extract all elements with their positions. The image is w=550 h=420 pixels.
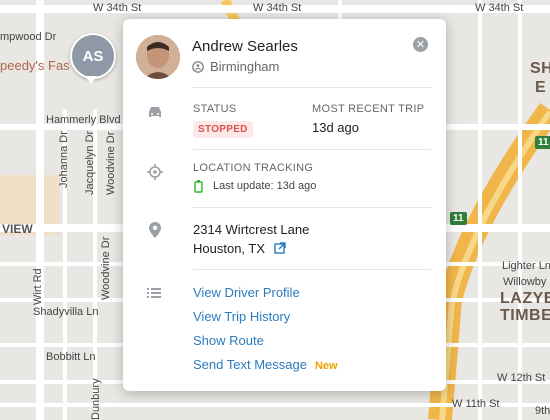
- map-label-street: Wirt Rd: [32, 268, 44, 305]
- map-label-street: 9th: [535, 405, 550, 417]
- driver-location: Birmingham: [192, 59, 279, 74]
- tracking-last-update: Last update: 13d ago: [213, 180, 317, 192]
- driver-avatar: [136, 35, 180, 79]
- map-label-street: Hammerly Blvd: [46, 114, 121, 126]
- map-label-street: Dunbury: [90, 378, 102, 420]
- send-text-message-label[interactable]: Send Text Message: [193, 357, 307, 372]
- external-link-icon[interactable]: [273, 242, 286, 254]
- map-label-street: Woodvine Dr: [105, 131, 117, 195]
- map-label-street: W 34th St: [475, 2, 524, 14]
- close-button[interactable]: ✕: [413, 37, 428, 52]
- avatar-image: [136, 35, 180, 79]
- location-icon: [192, 60, 204, 73]
- send-text-message-link[interactable]: Send Text Message New: [193, 357, 338, 372]
- battery-icon: [194, 180, 203, 193]
- map-label-area: SH: [530, 60, 550, 77]
- divider: [193, 207, 431, 208]
- pin-tail: [85, 76, 97, 84]
- map-label-poi: peedy's Fas: [0, 58, 70, 73]
- map-label-street: Shadyvilla Ln: [33, 306, 99, 318]
- new-badge: New: [314, 360, 338, 372]
- show-route-link[interactable]: Show Route: [193, 333, 264, 348]
- crosshair-icon: [147, 164, 163, 180]
- map-label-area: VIEW: [2, 222, 33, 236]
- map-label-street: W 11th St: [452, 398, 500, 410]
- driver-map-pin[interactable]: AS: [70, 33, 116, 79]
- map-label-street: Johanna Dr: [58, 131, 70, 188]
- map-label-area: E: [535, 79, 547, 96]
- map-label-street: W 34th St: [93, 2, 142, 14]
- car-icon: [149, 107, 161, 117]
- tracking-label: LOCATION TRACKING: [193, 162, 314, 174]
- divider: [193, 149, 431, 150]
- address-line-2: Houston, TX: [193, 241, 286, 256]
- status-badge: STOPPED: [193, 121, 253, 138]
- map-label-area: TIMBER: [500, 307, 550, 324]
- map-label-street: Bobbitt Ln: [46, 351, 96, 363]
- divider: [193, 87, 431, 88]
- map-label-street: Jacquelyn Dr: [84, 130, 96, 195]
- address-line-1: 2314 Wirtcrest Lane: [193, 222, 310, 237]
- divider: [193, 269, 431, 270]
- map-pin-icon: [149, 222, 161, 238]
- recent-trip-value: 13d ago: [312, 120, 359, 135]
- map-label-street: mpwood Dr: [0, 31, 57, 43]
- map-label-street: W 12th St: [497, 372, 546, 384]
- driver-location-text: Birmingham: [210, 59, 280, 74]
- address-city: Houston, TX: [193, 241, 266, 256]
- map-label-street: Willowby Dr: [503, 276, 550, 288]
- highway-shield: 11: [535, 136, 550, 149]
- view-trip-history-link[interactable]: View Trip History: [193, 309, 290, 324]
- map-label-street: W 34th St: [253, 2, 302, 14]
- highway-shield: 11: [450, 212, 467, 225]
- map-label-street: Lighter Ln: [502, 260, 550, 272]
- driver-name: Andrew Searles: [192, 38, 298, 55]
- recent-trip-label: MOST RECENT TRIP: [312, 103, 425, 115]
- map-label-street: Woodvine Dr: [100, 236, 112, 300]
- map-label-area: LAZYB: [500, 290, 550, 307]
- status-label: STATUS: [193, 103, 237, 115]
- close-icon: ✕: [415, 39, 426, 51]
- view-driver-profile-link[interactable]: View Driver Profile: [193, 285, 300, 300]
- driver-popup-card: Andrew Searles Birmingham ✕ STATUS STOPP…: [123, 19, 446, 391]
- list-icon: [147, 288, 161, 298]
